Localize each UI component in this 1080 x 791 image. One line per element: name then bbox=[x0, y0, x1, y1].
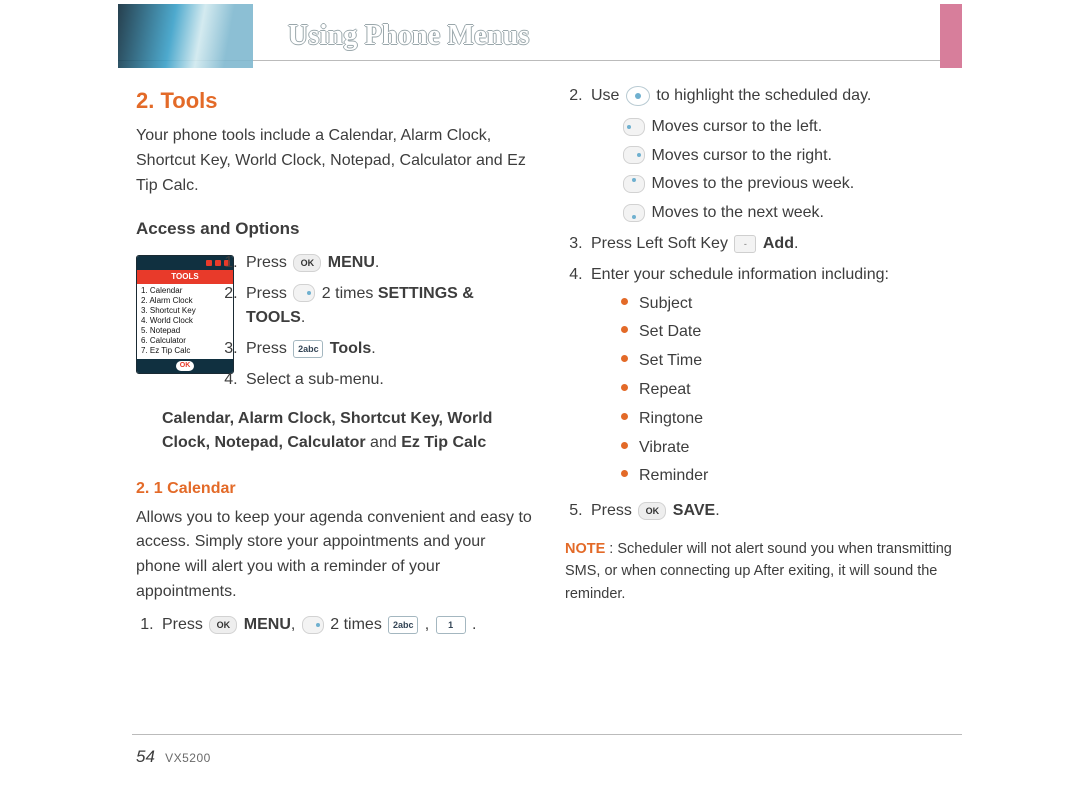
phone-menu-thumbnail: TOOLS 1. Calendar 2. Alarm Clock 3. Shor… bbox=[136, 255, 234, 374]
calendar-step-1: Press OK MENU, 2 times 2abc , 1 . bbox=[158, 613, 533, 638]
model-number: VX5200 bbox=[165, 751, 211, 765]
nav-left-key-icon bbox=[623, 118, 645, 136]
ok-key-icon: OK bbox=[638, 502, 666, 520]
field-reminder: Reminder bbox=[621, 464, 962, 489]
access-block: TOOLS 1. Calendar 2. Alarm Clock 3. Shor… bbox=[136, 251, 533, 399]
ok-key-icon: OK bbox=[293, 254, 321, 272]
nav-right-key-icon bbox=[302, 616, 324, 634]
page-number: 54 bbox=[136, 747, 155, 766]
left-column: 2. Tools Your phone tools include a Cale… bbox=[136, 78, 533, 719]
section-intro: Your phone tools include a Calendar, Ala… bbox=[136, 124, 533, 198]
header-pink-tab bbox=[940, 4, 962, 68]
calendar-step-2: Use to highlight the scheduled day. Move… bbox=[587, 84, 962, 226]
field-vibrate: Vibrate bbox=[621, 436, 962, 461]
header-decorative-image bbox=[118, 4, 253, 68]
tool-submenus-list: Calendar, Alarm Clock, Shortcut Key, Wor… bbox=[162, 407, 533, 455]
nav-down-key-icon bbox=[623, 204, 645, 222]
right-column: Use to highlight the scheduled day. Move… bbox=[565, 78, 962, 719]
calendar-steps-right: Use to highlight the scheduled day. Move… bbox=[565, 84, 962, 524]
thumb-item: 2. Alarm Clock bbox=[141, 296, 229, 306]
schedule-field-list: Subject Set Date Set Time Repeat Rington… bbox=[621, 292, 962, 490]
subheading-access: Access and Options bbox=[136, 216, 533, 242]
thumb-title: TOOLS bbox=[137, 270, 233, 284]
footer-rule bbox=[132, 734, 962, 735]
thumb-item: 5. Notepad bbox=[141, 326, 229, 336]
subheading-calendar: 2. 1 Calendar bbox=[136, 477, 533, 502]
nav-up-key-icon bbox=[623, 175, 645, 193]
calendar-steps-left: Press OK MENU, 2 times 2abc , 1 . bbox=[136, 613, 533, 638]
num-2-key-icon: 2abc bbox=[293, 340, 323, 358]
calendar-body: Allows you to keep your agenda convenien… bbox=[136, 506, 533, 605]
page-footer: 54 VX5200 bbox=[136, 747, 211, 767]
thumb-statusbar bbox=[137, 256, 233, 270]
thumb-softkey-bar: OK bbox=[137, 359, 233, 373]
field-repeat: Repeat bbox=[621, 378, 962, 403]
nav-up-desc: Moves to the previous week. bbox=[621, 172, 962, 197]
calendar-step-5: Press OK SAVE. bbox=[587, 499, 962, 524]
left-soft-key-icon: - bbox=[734, 235, 756, 253]
num-1-key-icon: 1 bbox=[436, 616, 466, 634]
thumb-item: 4. World Clock bbox=[141, 316, 229, 326]
note-label: NOTE bbox=[565, 541, 605, 557]
nav-right-key-icon bbox=[623, 146, 645, 164]
num-2-key-icon: 2abc bbox=[388, 616, 418, 634]
page-header: Using Phone Menus bbox=[118, 12, 962, 61]
content-area: 2. Tools Your phone tools include a Cale… bbox=[136, 78, 962, 719]
chapter-title: Using Phone Menus bbox=[288, 20, 529, 52]
field-set-time: Set Time bbox=[621, 349, 962, 374]
nav-left-desc: Moves cursor to the left. bbox=[621, 115, 962, 140]
calendar-step-4: Enter your schedule information includin… bbox=[587, 263, 962, 489]
nav-down-desc: Moves to the next week. bbox=[621, 201, 962, 226]
section-heading-tools: 2. Tools bbox=[136, 84, 533, 118]
field-ringtone: Ringtone bbox=[621, 407, 962, 432]
thumb-item: 1. Calendar bbox=[141, 286, 229, 296]
nav-right-key-icon bbox=[293, 284, 315, 302]
scheduler-note: NOTE : Scheduler will not alert sound yo… bbox=[565, 538, 962, 605]
nav-pad-icon bbox=[626, 86, 650, 106]
calendar-step-3: Press Left Soft Key - Add. bbox=[587, 232, 962, 257]
thumb-item: 6. Calculator bbox=[141, 336, 229, 346]
nav-right-desc: Moves cursor to the right. bbox=[621, 144, 962, 169]
thumb-menu-list: 1. Calendar 2. Alarm Clock 3. Shortcut K… bbox=[137, 284, 233, 359]
field-subject: Subject bbox=[621, 292, 962, 317]
thumb-item: 7. Ez Tip Calc bbox=[141, 346, 229, 356]
ok-key-icon: OK bbox=[209, 616, 237, 634]
thumb-item: 3. Shortcut Key bbox=[141, 306, 229, 316]
nav-direction-list: Moves cursor to the left. Moves cursor t… bbox=[621, 115, 962, 226]
field-set-date: Set Date bbox=[621, 320, 962, 345]
